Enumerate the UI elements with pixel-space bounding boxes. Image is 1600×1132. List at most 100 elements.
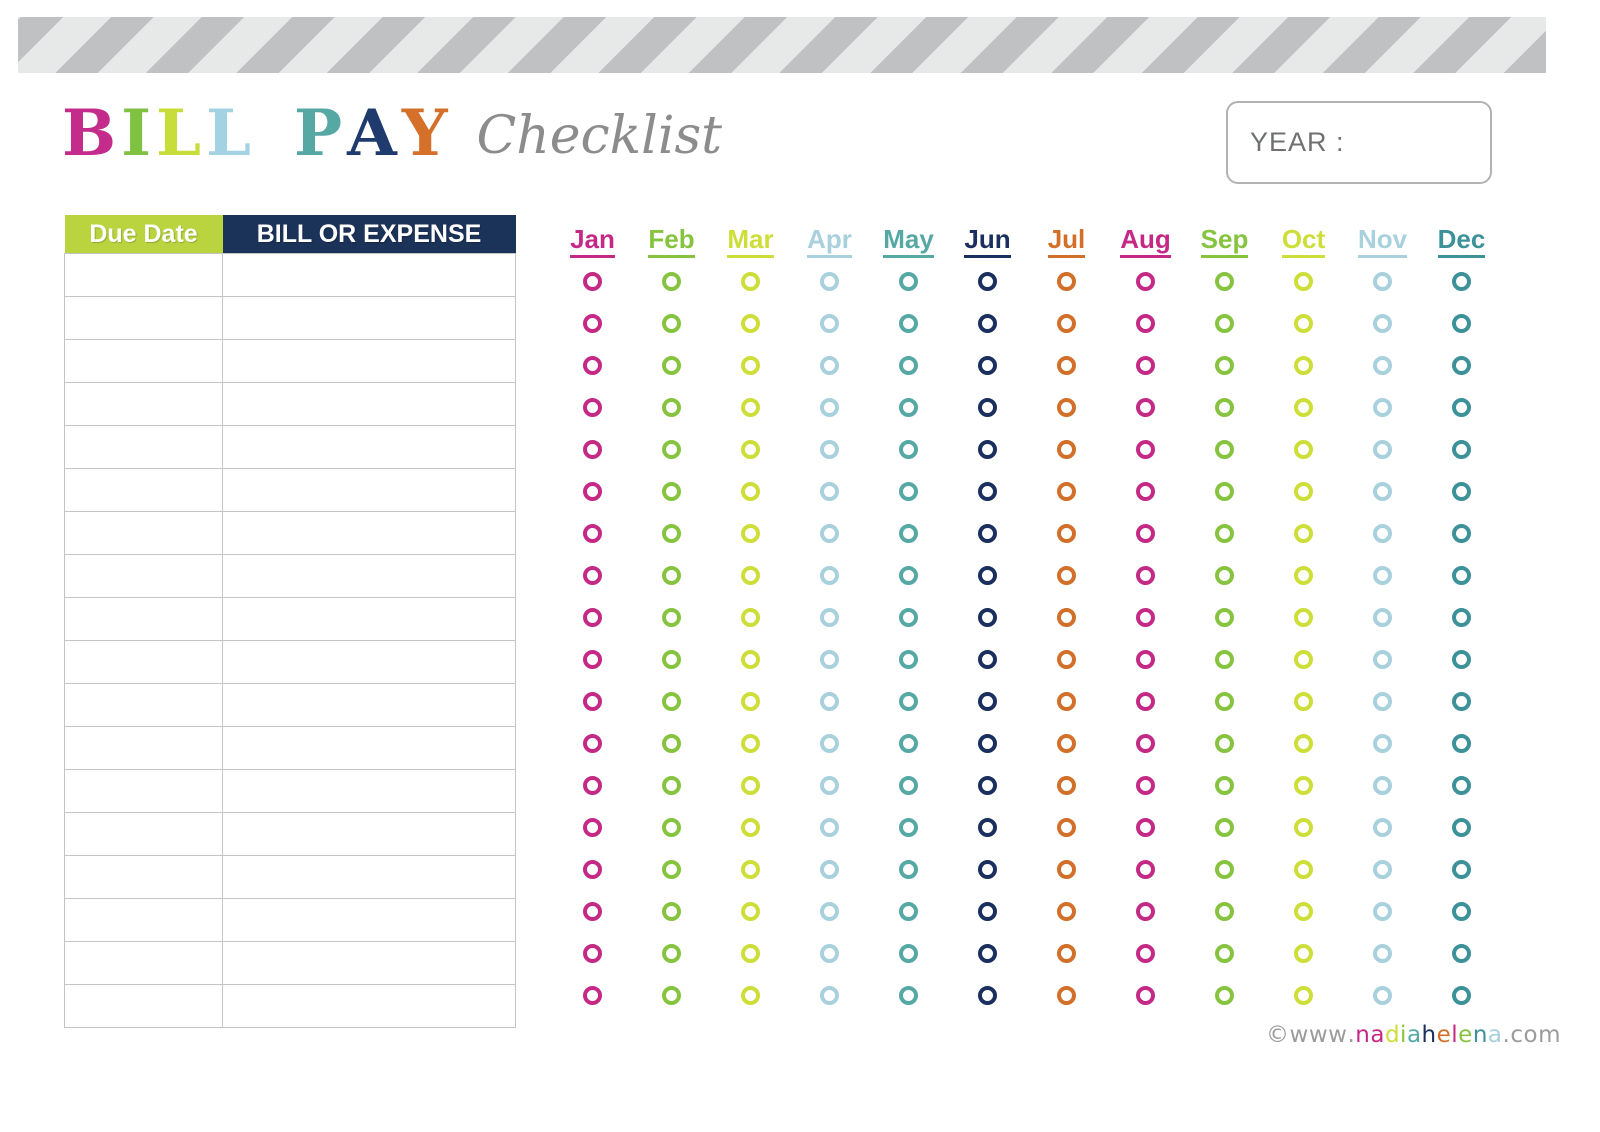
checkbox-may-row-4[interactable]: [869, 397, 948, 417]
checkbox-dec-row-13[interactable]: [1422, 775, 1501, 795]
checkbox-dec-row-9[interactable]: [1422, 607, 1501, 627]
checkbox-jul-row-18[interactable]: [1027, 985, 1106, 1005]
checkbox-nov-row-9[interactable]: [1343, 607, 1422, 627]
checkbox-jun-row-14[interactable]: [948, 817, 1027, 837]
checkbox-jan-row-18[interactable]: [553, 985, 632, 1005]
checkbox-mar-row-7[interactable]: [711, 523, 790, 543]
checkbox-feb-row-11[interactable]: [632, 691, 711, 711]
bill-or-expense-cell[interactable]: [222, 984, 516, 1028]
checkbox-aug-row-9[interactable]: [1106, 607, 1185, 627]
checkbox-aug-row-11[interactable]: [1106, 691, 1185, 711]
due-date-cell[interactable]: [64, 468, 223, 512]
checkbox-may-row-17[interactable]: [869, 943, 948, 963]
checkbox-jan-row-3[interactable]: [553, 355, 632, 375]
bill-or-expense-cell[interactable]: [222, 511, 516, 555]
checkbox-aug-row-3[interactable]: [1106, 355, 1185, 375]
checkbox-apr-row-6[interactable]: [790, 481, 869, 501]
checkbox-oct-row-2[interactable]: [1264, 313, 1343, 333]
checkbox-mar-row-14[interactable]: [711, 817, 790, 837]
checkbox-jan-row-12[interactable]: [553, 733, 632, 753]
checkbox-apr-row-18[interactable]: [790, 985, 869, 1005]
checkbox-dec-row-2[interactable]: [1422, 313, 1501, 333]
checkbox-dec-row-12[interactable]: [1422, 733, 1501, 753]
checkbox-apr-row-11[interactable]: [790, 691, 869, 711]
checkbox-sep-row-3[interactable]: [1185, 355, 1264, 375]
checkbox-jan-row-9[interactable]: [553, 607, 632, 627]
checkbox-jun-row-6[interactable]: [948, 481, 1027, 501]
checkbox-apr-row-3[interactable]: [790, 355, 869, 375]
checkbox-sep-row-18[interactable]: [1185, 985, 1264, 1005]
checkbox-mar-row-4[interactable]: [711, 397, 790, 417]
checkbox-jul-row-9[interactable]: [1027, 607, 1106, 627]
checkbox-sep-row-6[interactable]: [1185, 481, 1264, 501]
bill-or-expense-cell[interactable]: [222, 296, 516, 340]
checkbox-mar-row-13[interactable]: [711, 775, 790, 795]
checkbox-apr-row-2[interactable]: [790, 313, 869, 333]
checkbox-dec-row-10[interactable]: [1422, 649, 1501, 669]
checkbox-mar-row-1[interactable]: [711, 271, 790, 291]
checkbox-may-row-2[interactable]: [869, 313, 948, 333]
checkbox-feb-row-15[interactable]: [632, 859, 711, 879]
checkbox-jul-row-14[interactable]: [1027, 817, 1106, 837]
checkbox-aug-row-13[interactable]: [1106, 775, 1185, 795]
checkbox-may-row-16[interactable]: [869, 901, 948, 921]
checkbox-sep-row-10[interactable]: [1185, 649, 1264, 669]
checkbox-sep-row-8[interactable]: [1185, 565, 1264, 585]
checkbox-jan-row-14[interactable]: [553, 817, 632, 837]
checkbox-may-row-11[interactable]: [869, 691, 948, 711]
checkbox-dec-row-11[interactable]: [1422, 691, 1501, 711]
checkbox-jun-row-1[interactable]: [948, 271, 1027, 291]
due-date-cell[interactable]: [64, 511, 223, 555]
checkbox-dec-row-5[interactable]: [1422, 439, 1501, 459]
checkbox-nov-row-14[interactable]: [1343, 817, 1422, 837]
checkbox-jul-row-1[interactable]: [1027, 271, 1106, 291]
checkbox-jul-row-2[interactable]: [1027, 313, 1106, 333]
checkbox-jun-row-18[interactable]: [948, 985, 1027, 1005]
checkbox-jan-row-10[interactable]: [553, 649, 632, 669]
checkbox-nov-row-4[interactable]: [1343, 397, 1422, 417]
checkbox-oct-row-14[interactable]: [1264, 817, 1343, 837]
checkbox-sep-row-16[interactable]: [1185, 901, 1264, 921]
checkbox-aug-row-14[interactable]: [1106, 817, 1185, 837]
checkbox-sep-row-12[interactable]: [1185, 733, 1264, 753]
checkbox-nov-row-12[interactable]: [1343, 733, 1422, 753]
checkbox-dec-row-4[interactable]: [1422, 397, 1501, 417]
checkbox-aug-row-16[interactable]: [1106, 901, 1185, 921]
checkbox-jan-row-8[interactable]: [553, 565, 632, 585]
checkbox-oct-row-9[interactable]: [1264, 607, 1343, 627]
checkbox-jun-row-2[interactable]: [948, 313, 1027, 333]
checkbox-apr-row-9[interactable]: [790, 607, 869, 627]
bill-or-expense-cell[interactable]: [222, 683, 516, 727]
checkbox-aug-row-8[interactable]: [1106, 565, 1185, 585]
checkbox-oct-row-17[interactable]: [1264, 943, 1343, 963]
checkbox-oct-row-8[interactable]: [1264, 565, 1343, 585]
checkbox-jun-row-3[interactable]: [948, 355, 1027, 375]
checkbox-mar-row-5[interactable]: [711, 439, 790, 459]
checkbox-oct-row-12[interactable]: [1264, 733, 1343, 753]
checkbox-jun-row-12[interactable]: [948, 733, 1027, 753]
checkbox-aug-row-7[interactable]: [1106, 523, 1185, 543]
checkbox-oct-row-16[interactable]: [1264, 901, 1343, 921]
checkbox-dec-row-1[interactable]: [1422, 271, 1501, 291]
checkbox-mar-row-15[interactable]: [711, 859, 790, 879]
bill-or-expense-cell[interactable]: [222, 640, 516, 684]
due-date-cell[interactable]: [64, 683, 223, 727]
due-date-cell[interactable]: [64, 769, 223, 813]
checkbox-sep-row-13[interactable]: [1185, 775, 1264, 795]
checkbox-mar-row-10[interactable]: [711, 649, 790, 669]
checkbox-oct-row-10[interactable]: [1264, 649, 1343, 669]
checkbox-dec-row-3[interactable]: [1422, 355, 1501, 375]
checkbox-jan-row-17[interactable]: [553, 943, 632, 963]
checkbox-jun-row-17[interactable]: [948, 943, 1027, 963]
bill-or-expense-cell[interactable]: [222, 253, 516, 297]
checkbox-aug-row-12[interactable]: [1106, 733, 1185, 753]
checkbox-sep-row-14[interactable]: [1185, 817, 1264, 837]
checkbox-oct-row-13[interactable]: [1264, 775, 1343, 795]
checkbox-may-row-7[interactable]: [869, 523, 948, 543]
checkbox-sep-row-4[interactable]: [1185, 397, 1264, 417]
checkbox-may-row-15[interactable]: [869, 859, 948, 879]
checkbox-nov-row-13[interactable]: [1343, 775, 1422, 795]
checkbox-oct-row-6[interactable]: [1264, 481, 1343, 501]
checkbox-jan-row-2[interactable]: [553, 313, 632, 333]
checkbox-oct-row-1[interactable]: [1264, 271, 1343, 291]
